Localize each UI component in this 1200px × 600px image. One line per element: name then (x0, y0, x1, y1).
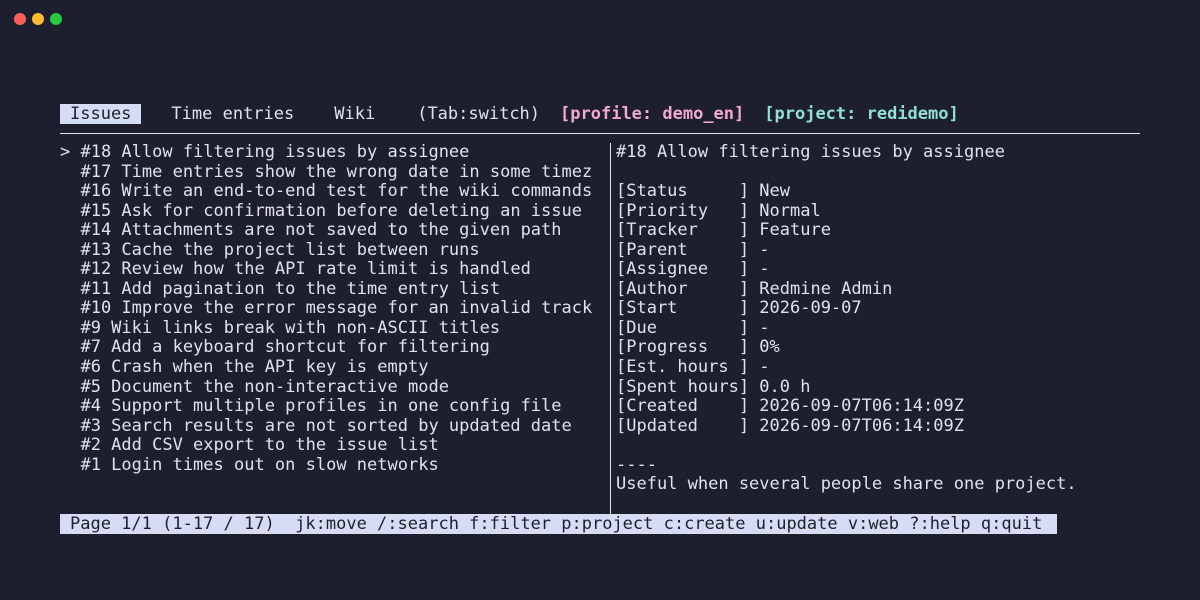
window-controls (14, 13, 62, 25)
issue-row-4[interactable]: #4 Support multiple profiles in one conf… (60, 397, 608, 417)
tab-switch-hint: (Tab:switch) (417, 103, 541, 124)
issue-row-9[interactable]: #9 Wiki links break with non-ASCII title… (60, 319, 608, 339)
header-divider (60, 133, 1140, 134)
detail-field-updated: [Updated ] 2026-09-07T06:14:09Z (616, 416, 964, 436)
issue-row-16[interactable]: #16 Write an end-to-end test for the wik… (60, 182, 608, 202)
issue-row-7[interactable]: #7 Add a keyboard shortcut for filtering (60, 338, 608, 358)
issue-list: > #18 Allow filtering issues by assignee… (60, 143, 608, 475)
detail-field-priority: [Priority ] Normal (616, 201, 821, 221)
detail-spacer-2 (616, 436, 1136, 456)
issue-row-14[interactable]: #14 Attachments are not saved to the giv… (60, 221, 608, 241)
detail-spacer (616, 163, 1136, 183)
issue-row-17[interactable]: #17 Time entries show the wrong date in … (60, 163, 608, 183)
issue-row-13[interactable]: #13 Cache the project list between runs (60, 241, 608, 261)
detail-field-progress: [Progress ] 0% (616, 338, 780, 358)
issue-row-12[interactable]: #12 Review how the API rate limit is han… (60, 260, 608, 280)
issue-row-3[interactable]: #3 Search results are not sorted by upda… (60, 417, 608, 437)
detail-description: Useful when several people share one pro… (616, 475, 1077, 495)
detail-field-parent: [Parent ] - (616, 240, 770, 260)
issue-row-2[interactable]: #2 Add CSV export to the issue list (60, 436, 608, 456)
status-bar: Page 1/1 (1-17 / 17) jk:move /:search f:… (60, 514, 1057, 534)
issue-row-18[interactable]: > #18 Allow filtering issues by assignee (60, 143, 608, 163)
detail-field-status: [Status ] New (616, 182, 790, 202)
issue-detail-pane: #18 Allow filtering issues by assignee [… (616, 143, 1136, 495)
detail-field-spent-hours: [Spent hours] 0.0 h (616, 377, 811, 397)
issue-row-10[interactable]: #10 Improve the error message for an inv… (60, 299, 608, 319)
minimize-window-dot[interactable] (32, 13, 44, 25)
detail-field-assignee: [Assignee ] - (616, 260, 770, 280)
detail-field-tracker: [Tracker ] Feature (616, 221, 831, 241)
pane-divider (610, 143, 611, 515)
detail-field-created: [Created ] 2026-09-07T06:14:09Z (616, 397, 964, 417)
project-indicator: [project: redidemo] (764, 103, 959, 124)
detail-field-author: [Author ] Redmine Admin (616, 279, 893, 299)
detail-title: #18 Allow filtering issues by assignee (616, 143, 1005, 162)
issue-row-15[interactable]: #15 Ask for confirmation before deleting… (60, 202, 608, 222)
maximize-window-dot[interactable] (50, 13, 62, 25)
tab-issues[interactable]: Issues (60, 103, 142, 124)
detail-field-due: [Due ] - (616, 318, 770, 338)
close-window-dot[interactable] (14, 13, 26, 25)
detail-field-est-hours: [Est. hours ] - (616, 358, 770, 378)
issue-row-6[interactable]: #6 Crash when the API key is empty (60, 358, 608, 378)
profile-indicator: [profile: demo_en] (560, 103, 745, 124)
tab-bar: Issues Time entries Wiki (Tab:switch) [p… (60, 103, 959, 124)
issue-row-1[interactable]: #1 Login times out on slow networks (60, 456, 608, 476)
issue-row-11[interactable]: #11 Add pagination to the time entry lis… (60, 280, 608, 300)
detail-separator: ---- (616, 455, 657, 475)
detail-field-start: [Start ] 2026-09-07 (616, 299, 862, 319)
tab-wiki[interactable]: Wiki (324, 104, 385, 124)
issue-row-5[interactable]: #5 Document the non-interactive mode (60, 378, 608, 398)
tab-time-entries[interactable]: Time entries (161, 104, 304, 124)
